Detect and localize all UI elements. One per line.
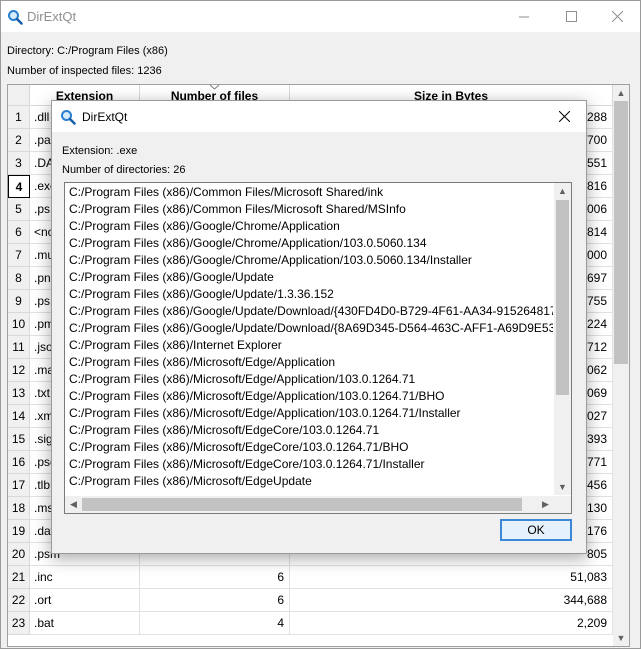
row-number[interactable]: 11 [8, 336, 30, 359]
title-bar: DirExtQt [1, 1, 640, 32]
row-number[interactable]: 17 [8, 474, 30, 497]
cell-file-count[interactable]: 4 [140, 612, 290, 635]
cell-extension[interactable]: .bat [30, 612, 140, 635]
sort-indicator-icon [210, 85, 219, 90]
directory-list-item[interactable]: C:/Program Files (x86)/Common Files/Micr… [69, 184, 553, 201]
row-number[interactable]: 2 [8, 129, 30, 152]
main-window: DirExtQt Directory: C:/Program Files (x8… [0, 0, 641, 649]
row-number[interactable]: 3 [8, 152, 30, 175]
dialog-close-button[interactable] [542, 101, 586, 132]
directory-list-item[interactable]: C:/Program Files (x86)/Microsoft/Edge/Ap… [69, 388, 553, 405]
list-scroll-down-icon[interactable]: ▼ [554, 479, 571, 495]
directory-list-item[interactable]: C:/Program Files (x86)/Google/Update/Dow… [69, 303, 553, 320]
ok-button[interactable]: OK [500, 519, 572, 541]
directory-list-item[interactable]: C:/Program Files (x86)/Google/Chrome/App… [69, 235, 553, 252]
list-vscroll-thumb[interactable] [556, 200, 569, 395]
row-number[interactable]: 13 [8, 382, 30, 405]
list-hscrollbar[interactable]: ◀ ▶ [65, 496, 554, 513]
row-number[interactable]: 4 [8, 175, 30, 198]
row-number[interactable]: 12 [8, 359, 30, 382]
scroll-corner [554, 496, 571, 513]
cell-extension[interactable]: .ort [30, 589, 140, 612]
cell-size[interactable]: 2,209 [290, 612, 613, 635]
row-number[interactable]: 8 [8, 267, 30, 290]
row-number[interactable]: 5 [8, 198, 30, 221]
directory-list-item[interactable]: C:/Program Files (x86)/Microsoft/EdgeCor… [69, 456, 553, 473]
maximize-icon [565, 11, 577, 22]
directory-list-items: C:/Program Files (x86)/Common Files/Micr… [69, 184, 553, 492]
row-number[interactable]: 9 [8, 290, 30, 313]
directory-list-item[interactable]: C:/Program Files (x86)/Google/Update [69, 269, 553, 286]
scroll-down-arrow-icon[interactable]: ▼ [613, 630, 629, 646]
list-hscroll-thumb[interactable] [82, 498, 522, 511]
directory-list-item[interactable]: C:/Program Files (x86)/Google/Chrome/App… [69, 218, 553, 235]
dialog-extension-label: Extension: .exe [62, 145, 138, 157]
cell-size[interactable]: 344,688 [290, 589, 613, 612]
cell-file-count[interactable]: 6 [140, 566, 290, 589]
directory-list-item[interactable]: C:/Program Files (x86)/Microsoft/EdgeUpd… [69, 490, 553, 492]
row-number[interactable]: 7 [8, 244, 30, 267]
directory-list[interactable]: C:/Program Files (x86)/Common Files/Micr… [64, 182, 572, 514]
directories-dialog: DirExtQt Extension: .exe Number of direc… [51, 100, 587, 554]
maximize-button[interactable] [548, 1, 594, 32]
cell-extension[interactable]: .inc [30, 566, 140, 589]
row-number[interactable]: 21 [8, 566, 30, 589]
row-number[interactable]: 20 [8, 543, 30, 566]
window-title: DirExtQt [27, 9, 77, 24]
directory-list-item[interactable]: C:/Program Files (x86)/Internet Explorer [69, 337, 553, 354]
directory-list-item[interactable]: C:/Program Files (x86)/Google/Update/1.3… [69, 286, 553, 303]
directory-list-item[interactable]: C:/Program Files (x86)/Microsoft/EdgeCor… [69, 439, 553, 456]
cell-file-count[interactable]: 6 [140, 589, 290, 612]
directory-list-item[interactable]: C:/Program Files (x86)/Microsoft/Edge/Ap… [69, 405, 553, 422]
row-number[interactable]: 23 [8, 612, 30, 635]
row-number[interactable]: 19 [8, 520, 30, 543]
directory-list-item[interactable]: C:/Program Files (x86)/Microsoft/Edge/Ap… [69, 371, 553, 388]
list-scroll-left-icon[interactable]: ◀ [65, 496, 82, 512]
dialog-title: DirExtQt [82, 110, 128, 124]
inspected-count-label: Number of inspected files: 1236 [7, 65, 162, 77]
minimize-icon [519, 16, 529, 17]
row-number[interactable]: 6 [8, 221, 30, 244]
row-number[interactable]: 10 [8, 313, 30, 336]
scroll-up-arrow-icon[interactable]: ▲ [613, 85, 629, 101]
directory-list-item[interactable]: C:/Program Files (x86)/Microsoft/Edge/Ap… [69, 354, 553, 371]
list-scroll-right-icon[interactable]: ▶ [537, 496, 554, 512]
directory-list-item[interactable]: C:/Program Files (x86)/Google/Update/Dow… [69, 320, 553, 337]
directory-list-item[interactable]: C:/Program Files (x86)/Google/Chrome/App… [69, 252, 553, 269]
list-vscrollbar[interactable]: ▲ ▼ [554, 183, 571, 495]
directory-list-item[interactable]: C:/Program Files (x86)/Microsoft/EdgeUpd… [69, 473, 553, 490]
row-number[interactable]: 16 [8, 451, 30, 474]
row-number[interactable]: 15 [8, 428, 30, 451]
magnifier-icon [8, 10, 23, 25]
minimize-button[interactable] [501, 1, 547, 32]
table-corner[interactable] [8, 85, 30, 106]
close-icon [611, 11, 623, 22]
list-scroll-up-icon[interactable]: ▲ [554, 183, 571, 199]
table-vscrollbar[interactable]: ▲ ▼ [613, 85, 629, 646]
table-vscroll-thumb[interactable] [614, 101, 628, 364]
directory-label: Directory: C:/Program Files (x86) [7, 45, 168, 57]
magnifier-icon [61, 110, 76, 125]
dialog-title-bar: DirExtQt [52, 101, 586, 132]
close-icon [558, 111, 570, 122]
directory-list-item[interactable]: C:/Program Files (x86)/Common Files/Micr… [69, 201, 553, 218]
dialog-directory-count: Number of directories: 26 [62, 164, 186, 176]
row-number[interactable]: 14 [8, 405, 30, 428]
close-button[interactable] [594, 1, 640, 32]
row-number[interactable]: 1 [8, 106, 30, 129]
directory-list-item[interactable]: C:/Program Files (x86)/Microsoft/EdgeCor… [69, 422, 553, 439]
row-number[interactable]: 18 [8, 497, 30, 520]
row-number[interactable]: 22 [8, 589, 30, 612]
cell-size[interactable]: 51,083 [290, 566, 613, 589]
